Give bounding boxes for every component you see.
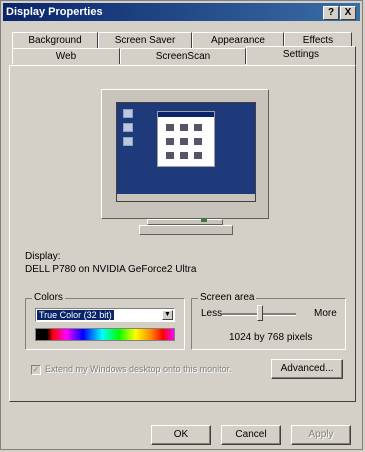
ok-button[interactable]: OK — [151, 425, 211, 445]
color-spectrum-bar — [35, 328, 175, 341]
desktop-item-icon — [123, 109, 133, 118]
tab-settings[interactable]: Settings — [246, 46, 356, 65]
tab-web[interactable]: Web — [12, 48, 120, 64]
window-title: Display Properties — [6, 6, 103, 18]
preview-taskbar — [117, 194, 255, 201]
colors-select[interactable]: True Color (32 bit) ▼ — [35, 308, 175, 322]
chevron-down-icon[interactable]: ▼ — [162, 310, 173, 320]
screen-area-legend: Screen area — [198, 292, 257, 303]
tab-screenscan[interactable]: ScreenScan — [120, 48, 246, 64]
preview-window — [157, 111, 215, 167]
extend-desktop-label: Extend my Windows desktop onto this moni… — [45, 364, 232, 374]
advanced-button[interactable]: Advanced... — [271, 359, 343, 379]
desktop-preview — [116, 102, 256, 202]
colors-selected-value: True Color (32 bit) — [37, 310, 114, 320]
screen-area-slider-thumb[interactable] — [257, 305, 263, 321]
extend-desktop-checkbox[interactable]: ✓ — [31, 365, 41, 375]
apply-button[interactable]: Apply — [291, 425, 351, 445]
desktop-item-icon — [123, 123, 133, 132]
resolution-text: 1024 by 768 pixels — [229, 332, 313, 343]
monitor-preview-icon — [101, 89, 269, 219]
display-device-name: DELL P780 on NVIDIA GeForce2 Ultra — [25, 264, 197, 275]
title-bar[interactable]: Display Properties ? X — [3, 3, 360, 21]
colors-legend: Colors — [32, 292, 65, 303]
close-button[interactable]: X — [340, 6, 356, 20]
power-led — [201, 219, 207, 222]
colors-group: Colors — [25, 292, 185, 350]
display-label: Display: — [25, 251, 61, 262]
display-properties-window: Display Properties ? X Background Screen… — [0, 0, 363, 450]
less-label: Less — [201, 308, 223, 319]
tab-screen-saver[interactable]: Screen Saver — [98, 32, 192, 48]
tab-background[interactable]: Background — [12, 32, 98, 48]
more-label: More — [314, 308, 337, 319]
monitor-base — [139, 225, 233, 235]
cancel-button[interactable]: Cancel — [221, 425, 281, 445]
help-button[interactable]: ? — [323, 6, 339, 20]
desktop-item-icon — [123, 137, 133, 146]
